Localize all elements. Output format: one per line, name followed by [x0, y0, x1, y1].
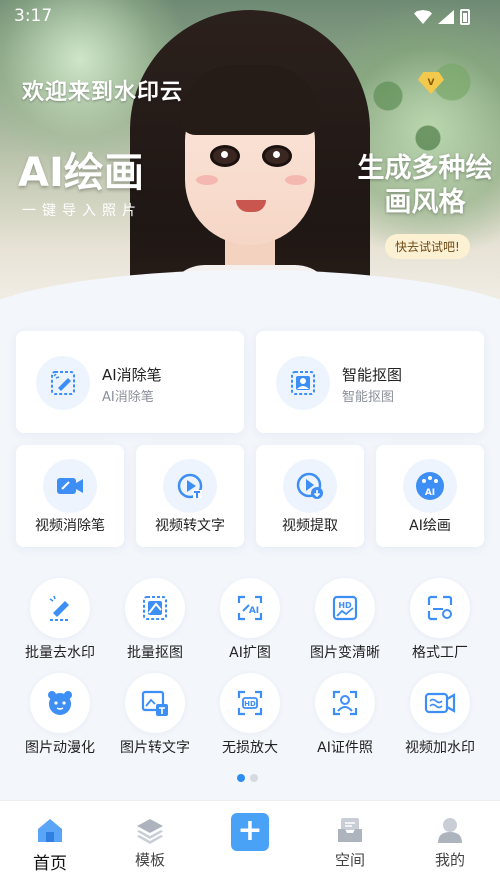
inbox-icon [335, 815, 365, 845]
tab-label: 模板 [134, 851, 165, 869]
page-indicator [237, 774, 258, 782]
tool-ai-painting[interactable]: AI AI绘画 [376, 445, 484, 547]
status-time: 3:17 [14, 6, 53, 26]
format-factory-icon [410, 578, 470, 638]
tool-label: 视频消除笔 [35, 518, 105, 534]
hero-tagline: 生成多种绘 画风格 [355, 152, 495, 220]
ai-expand-icon: AI [220, 578, 280, 638]
feature-card-subtitle: 智能抠图 [342, 390, 395, 405]
home-icon [35, 815, 65, 845]
layers-icon [135, 815, 165, 845]
tab-label: 我的 [434, 851, 465, 869]
status-icons [414, 9, 470, 25]
batch-cutout-icon [125, 578, 185, 638]
tab-label: 空间 [334, 851, 365, 869]
cutout-image-icon [276, 356, 330, 410]
eraser-pen-icon [36, 356, 90, 410]
grid-tool-label: 无损放大 [222, 740, 278, 756]
feature-card-subtitle: AI消除笔 [102, 390, 154, 405]
feature-card-title: AI消除笔 [102, 366, 162, 384]
bottom-tab-bar: 首页 模板 + 空间 我的 [0, 800, 500, 889]
video-to-text-icon [163, 459, 217, 513]
grid-tool-ai-expand[interactable]: AI AI扩图 [200, 578, 300, 662]
grid-tool-anime[interactable]: 图片动漫化 [10, 673, 110, 757]
grid-tool-label: 批量去水印 [25, 645, 95, 661]
hero-tagline-line1: 生成多种绘 [357, 153, 493, 184]
grid-tool-label: AI扩图 [229, 645, 271, 661]
hd-image-icon: HD [315, 578, 375, 638]
svg-text:AI: AI [249, 606, 259, 616]
hero-curve [0, 270, 500, 312]
grid-tool-hd[interactable]: HD 图片变清晰 [295, 578, 395, 662]
feature-card-ai-eraser[interactable]: AI消除笔 AI消除笔 [16, 331, 244, 433]
svg-text:AI: AI [425, 488, 435, 498]
tool-label: 视频提取 [282, 518, 338, 534]
grid-tool-label: 视频加水印 [405, 740, 475, 756]
grid-tool-batch-watermark[interactable]: 批量去水印 [10, 578, 110, 662]
grid-tool-batch-cutout[interactable]: 批量抠图 [105, 578, 205, 662]
hero-tagline-line2: 画风格 [384, 187, 466, 218]
hero-illustration [130, 10, 370, 312]
hero-subtitle: 一键导入照片 [22, 203, 142, 219]
anime-face-icon [30, 673, 90, 733]
grid-tool-id-photo[interactable]: AI证件照 [295, 673, 395, 757]
svg-text:HD: HD [338, 601, 352, 610]
tab-templates[interactable]: 模板 [110, 815, 190, 870]
id-photo-icon [315, 673, 375, 733]
feature-card-title: 智能抠图 [342, 366, 403, 384]
grid-tool-label: 批量抠图 [127, 645, 183, 661]
tab-home[interactable]: 首页 [10, 815, 90, 874]
hero-title: AI绘画 [18, 150, 144, 196]
tool-label: AI绘画 [409, 518, 451, 534]
grid-tool-label: AI证件照 [317, 740, 373, 756]
batch-remove-watermark-icon [30, 578, 90, 638]
page-dot-active[interactable] [237, 774, 245, 782]
hero-banner[interactable]: 3:17 欢迎来到水印云 V AI绘画 一键导入照片 生成多种绘 画风格 快去试… [0, 0, 500, 312]
video-eraser-icon [43, 459, 97, 513]
tool-video-to-text[interactable]: 视频转文字 [136, 445, 244, 547]
tab-label: 首页 [33, 854, 67, 874]
tool-video-extract[interactable]: 视频提取 [256, 445, 364, 547]
signal-icon [438, 10, 454, 24]
lossless-upscale-icon: HD [220, 673, 280, 733]
wifi-icon [414, 10, 432, 24]
grid-tool-video-watermark[interactable]: 视频加水印 [390, 673, 490, 757]
grid-tool-label: 图片动漫化 [25, 740, 95, 756]
plus-icon: + [231, 813, 269, 851]
battery-icon [460, 9, 470, 25]
grid-tool-label: 格式工厂 [412, 645, 468, 661]
grid-tool-label: 图片变清晰 [310, 645, 380, 661]
page-dot[interactable] [250, 774, 258, 782]
try-now-button[interactable]: 快去试试吧! [385, 234, 470, 259]
grid-tool-format-factory[interactable]: 格式工厂 [390, 578, 490, 662]
tab-space[interactable]: 空间 [310, 815, 390, 870]
grid-tool-image-to-text[interactable]: 图片转文字 [105, 673, 205, 757]
svg-text:HD: HD [244, 700, 256, 708]
welcome-text: 欢迎来到水印云 [22, 80, 184, 105]
image-to-text-icon [125, 673, 185, 733]
grid-tool-lossless[interactable]: HD 无损放大 [200, 673, 300, 757]
grid-tool-label: 图片转文字 [120, 740, 190, 756]
tool-label: 视频转文字 [155, 518, 225, 534]
tab-create[interactable]: + [210, 813, 290, 851]
feature-card-smart-cutout[interactable]: 智能抠图 智能抠图 [256, 331, 484, 433]
tool-video-eraser[interactable]: 视频消除笔 [16, 445, 124, 547]
user-icon [435, 815, 465, 845]
vip-badge-label: V [427, 78, 435, 88]
tab-profile[interactable]: 我的 [410, 815, 490, 870]
ai-palette-icon: AI [403, 459, 457, 513]
video-extract-icon [283, 459, 337, 513]
video-watermark-icon [410, 673, 470, 733]
